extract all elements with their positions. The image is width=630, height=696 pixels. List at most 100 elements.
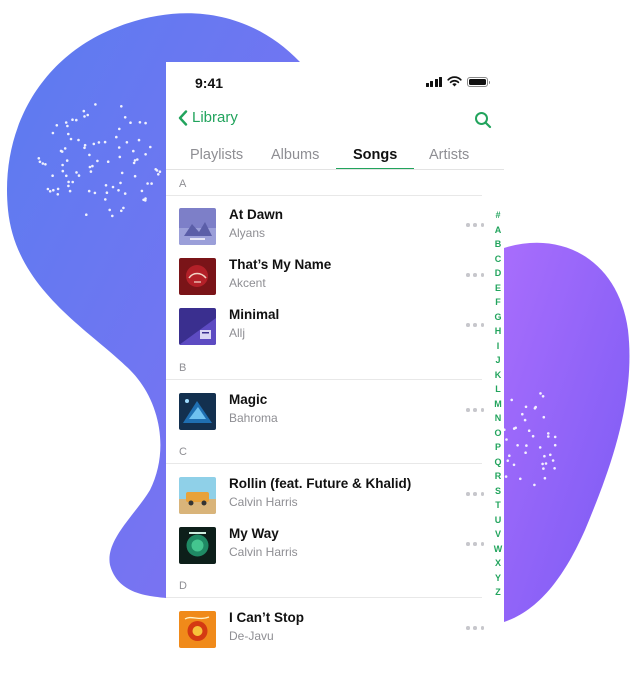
decorative-dot	[115, 135, 118, 139]
song-row[interactable]: Minimal Allj	[166, 302, 504, 350]
my-way-album-art	[179, 527, 216, 564]
status-time: 9:41	[195, 75, 224, 91]
decorative-dot	[108, 208, 111, 212]
alpha-index-letter[interactable]: J	[495, 353, 500, 368]
more-options-button[interactable]	[466, 623, 484, 633]
alpha-index-letter[interactable]: H	[495, 324, 502, 339]
alpha-index-letter[interactable]: X	[495, 556, 501, 571]
decorative-dot	[521, 412, 524, 416]
decorative-dot	[543, 476, 547, 480]
decorative-dot	[508, 454, 511, 458]
nav-bar: Library	[166, 106, 504, 138]
decorative-dot	[67, 184, 70, 188]
decorative-dot	[531, 434, 535, 438]
tab-artists[interactable]: Artists	[429, 147, 469, 163]
more-options-button[interactable]	[466, 270, 484, 280]
decorative-dot	[117, 146, 121, 149]
alpha-index-letter[interactable]: F	[495, 295, 501, 310]
alpha-index-letter[interactable]: G	[494, 310, 501, 325]
song-title: That’s My Name	[229, 257, 332, 272]
alpha-index-letter[interactable]: A	[495, 223, 502, 238]
section-divider	[166, 379, 482, 380]
tab-albums[interactable]: Albums	[271, 147, 319, 163]
alpha-index-letter[interactable]: O	[494, 426, 501, 441]
song-row[interactable]: That’s My Name Akcent	[166, 252, 504, 300]
section-divider	[166, 597, 482, 598]
decorative-dot	[61, 169, 65, 173]
decorative-dot	[65, 174, 68, 178]
decorative-dot	[524, 451, 527, 455]
decorative-dot	[71, 180, 74, 184]
decorative-dot	[68, 189, 72, 193]
song-title: Minimal	[229, 307, 280, 322]
alpha-index-letter[interactable]: N	[495, 411, 502, 426]
search-button[interactable]	[474, 111, 492, 134]
decorative-dot	[96, 159, 99, 163]
more-options-button[interactable]	[466, 489, 484, 499]
song-artist: Akcent	[229, 276, 266, 290]
more-options-button[interactable]	[466, 320, 484, 330]
decorative-dot	[519, 477, 522, 481]
decorative-dot	[504, 475, 508, 478]
decorative-dot	[533, 483, 536, 487]
alpha-index-letter[interactable]: Q	[494, 455, 501, 470]
back-button[interactable]: Library	[178, 109, 238, 126]
decorative-dot	[67, 180, 70, 184]
alpha-index-letter[interactable]: T	[495, 498, 501, 513]
alpha-index-letter[interactable]: L	[495, 382, 501, 397]
alpha-index-letter[interactable]: E	[495, 281, 501, 296]
decorative-dot	[154, 168, 157, 171]
song-row[interactable]: Magic Bahroma	[166, 387, 504, 435]
alpha-index-letter[interactable]: D	[495, 266, 502, 281]
more-options-button[interactable]	[466, 405, 484, 415]
decorative-dot	[92, 142, 96, 146]
song-row[interactable]: My Way Calvin Harris	[166, 521, 504, 569]
decorative-dot	[144, 153, 147, 156]
decorative-dot	[547, 432, 550, 435]
tab-songs[interactable]: Songs	[353, 147, 397, 163]
decorative-dot	[118, 155, 122, 159]
tab-playlists[interactable]: Playlists	[190, 147, 243, 163]
decorative-dot	[52, 188, 55, 192]
alpha-index-letter[interactable]: #	[495, 208, 500, 223]
song-artist: Calvin Harris	[229, 495, 298, 509]
alpha-index-letter[interactable]: R	[495, 469, 502, 484]
alpha-index-letter[interactable]: S	[495, 484, 501, 499]
decorative-dot	[136, 158, 139, 161]
decorative-dot	[104, 198, 107, 201]
decorative-dot	[123, 116, 127, 119]
more-options-button[interactable]	[466, 539, 484, 549]
song-title: My Way	[229, 526, 279, 541]
alpha-index-letter[interactable]: Z	[495, 585, 501, 600]
chevron-left-icon	[178, 109, 188, 126]
alpha-index-letter[interactable]: C	[495, 252, 502, 267]
decorative-dot	[533, 407, 537, 410]
decorative-dot	[111, 185, 115, 189]
alpha-index-letter[interactable]: P	[495, 440, 501, 455]
decorative-dot	[83, 115, 86, 118]
alpha-index-letter[interactable]: U	[495, 513, 502, 528]
decorative-dot	[117, 189, 120, 192]
wifi-icon	[447, 76, 462, 87]
alpha-index-letter[interactable]: K	[495, 368, 502, 383]
song-row[interactable]: Rollin (feat. Future & Khalid) Calvin Ha…	[166, 471, 504, 519]
alpha-index-letter[interactable]: V	[495, 527, 501, 542]
alphabet-index[interactable]: # A B C D E F G H I J K L M N O P Q R S T U V W X Y Z	[492, 208, 504, 600]
decorative-dot	[140, 189, 144, 193]
decorative-dot	[91, 164, 94, 168]
decorative-dot	[85, 213, 88, 216]
decorative-dot	[538, 446, 542, 449]
alpha-index-letter[interactable]: M	[494, 397, 502, 412]
song-row[interactable]: At Dawn Alyans	[166, 202, 504, 250]
decorative-dot	[87, 189, 91, 193]
section-divider	[166, 195, 482, 196]
alpha-index-letter[interactable]: B	[495, 237, 502, 252]
decorative-dot	[88, 153, 91, 157]
status-bar: 9:41	[166, 62, 504, 102]
more-options-button[interactable]	[466, 220, 484, 230]
decorative-dot	[144, 197, 147, 200]
alpha-index-letter[interactable]: W	[494, 542, 503, 557]
alpha-index-letter[interactable]: I	[497, 339, 500, 354]
alpha-index-letter[interactable]: Y	[495, 571, 501, 586]
song-row[interactable]: I Can’t Stop De-Javu	[166, 605, 504, 653]
